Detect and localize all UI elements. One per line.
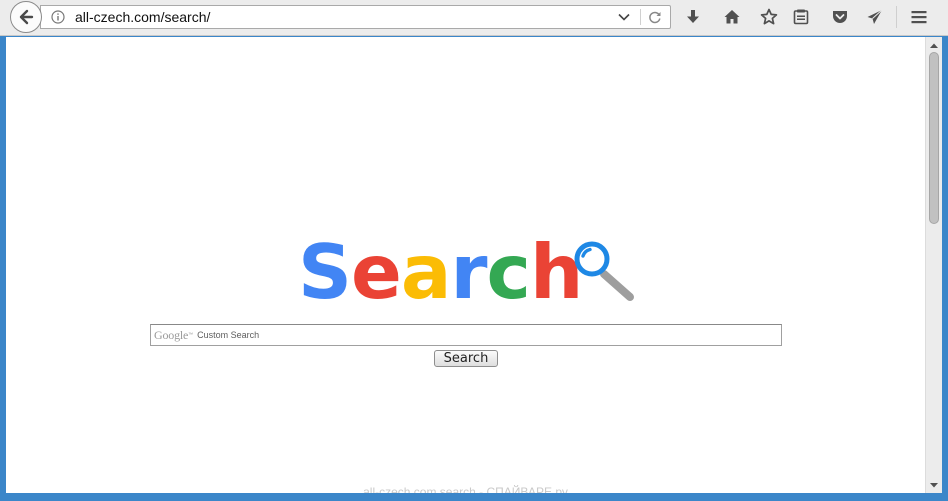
logo-letter-a: a xyxy=(400,228,452,316)
back-arrow-icon xyxy=(19,9,34,25)
browser-window: all-czech.com/search/ Search Google ™ Cu… xyxy=(0,0,948,501)
logo-letter-s: S xyxy=(298,228,352,316)
pocket-icon[interactable] xyxy=(830,7,850,27)
toolbar-divider xyxy=(896,6,897,28)
home-icon[interactable] xyxy=(722,7,742,27)
bookmark-star-icon[interactable] xyxy=(759,7,779,27)
scroll-down-arrow-icon[interactable] xyxy=(926,478,942,492)
search-field[interactable]: Google ™ Custom Search xyxy=(150,324,782,346)
url-bar-divider xyxy=(640,9,641,25)
scrollbar-thumb[interactable] xyxy=(929,52,939,224)
search-input[interactable] xyxy=(151,325,781,345)
logo-letter-r: r xyxy=(450,228,488,316)
download-icon[interactable] xyxy=(683,7,703,27)
reading-list-icon[interactable] xyxy=(791,7,811,27)
footer-caption: all-czech.com search - СПАЙВАРЕ.ру xyxy=(363,485,568,493)
logo-letter-c: c xyxy=(486,228,531,316)
back-button[interactable] xyxy=(10,1,42,33)
info-icon[interactable] xyxy=(50,9,66,25)
dropdown-arrow-icon[interactable] xyxy=(615,9,633,25)
url-text[interactable]: all-czech.com/search/ xyxy=(75,8,210,26)
reload-icon[interactable] xyxy=(645,9,665,25)
search-logo: Search xyxy=(298,228,583,316)
logo-letter-e: e xyxy=(351,228,402,316)
page-content: Search Google ™ Custom Search Search all-c… xyxy=(6,37,925,493)
vertical-scrollbar[interactable] xyxy=(925,37,942,493)
search-button[interactable]: Search xyxy=(434,350,498,367)
url-bar[interactable]: all-czech.com/search/ xyxy=(40,5,671,29)
share-icon[interactable] xyxy=(865,7,885,27)
menu-hamburger-icon[interactable] xyxy=(909,7,929,27)
magnifier-icon xyxy=(574,241,634,301)
scroll-up-arrow-icon[interactable] xyxy=(926,38,942,52)
browser-toolbar: all-czech.com/search/ xyxy=(0,0,948,36)
